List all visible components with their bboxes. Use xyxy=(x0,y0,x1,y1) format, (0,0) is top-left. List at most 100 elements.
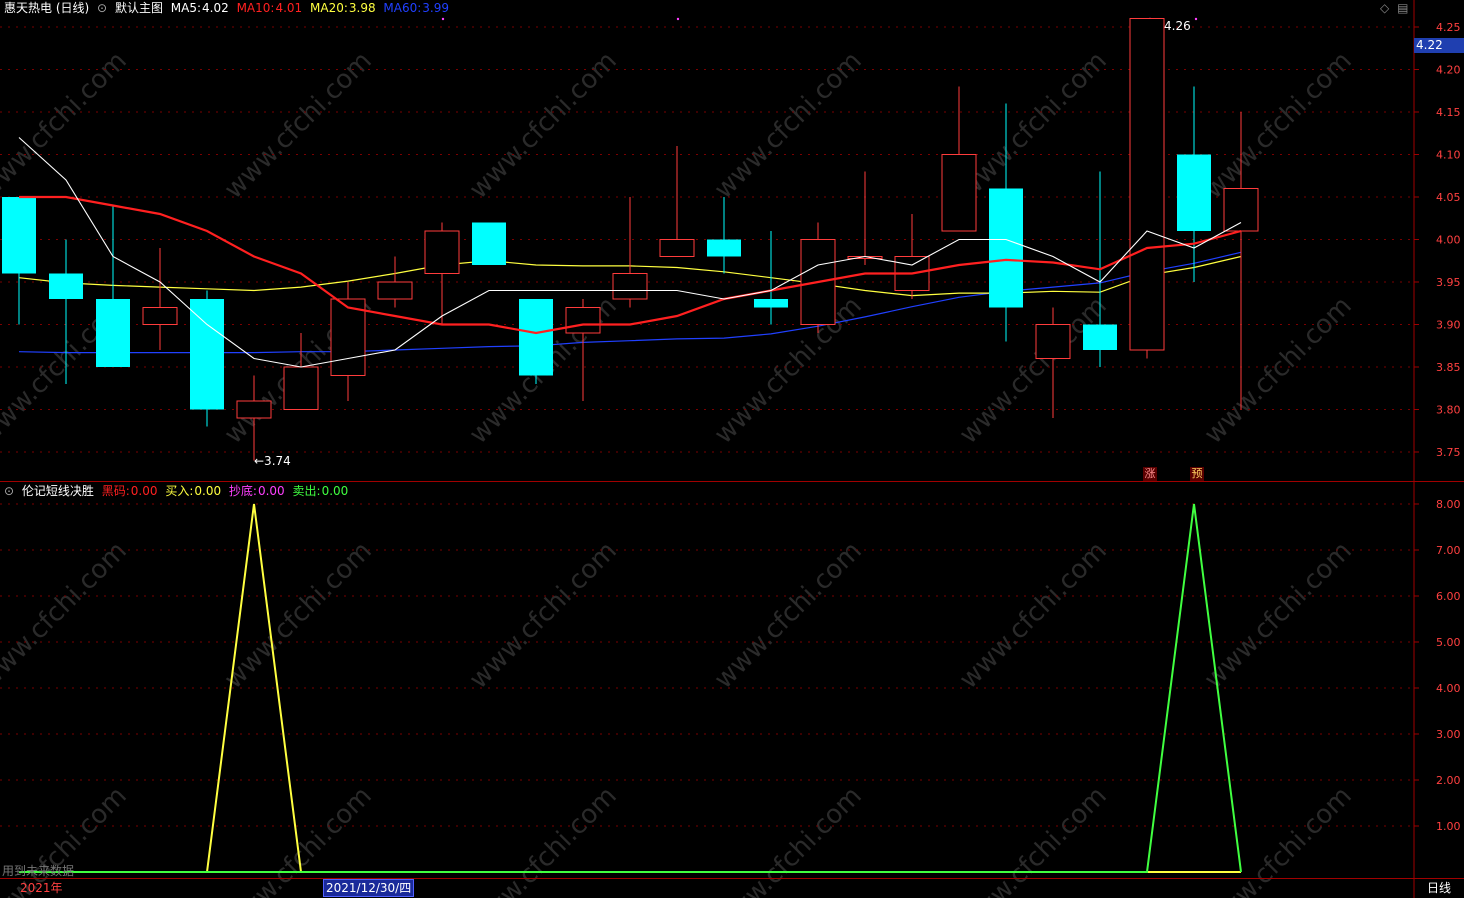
future-data-note: 用到未来数据 xyxy=(2,864,75,878)
candle-body xyxy=(1177,154,1211,231)
rise-tag: 涨 xyxy=(1143,467,1157,481)
ma20-label: MA20: xyxy=(310,1,348,15)
watermark-text: www.cfchi.com xyxy=(464,536,623,695)
y-tick-label: 4.25 xyxy=(1436,21,1461,34)
y-tick-label: 4.10 xyxy=(1436,149,1461,162)
y-tick-label: 3.75 xyxy=(1436,446,1461,459)
y-tick-label: 6.00 xyxy=(1436,590,1461,603)
ma60-value: 3.99 xyxy=(422,1,450,15)
price-axis: 4.25 4.20 4.15 4.10 4.05 4.00 3.95 3.90 3.85 3.80… xyxy=(1414,21,1461,833)
y-tick-label: 2.00 xyxy=(1436,774,1461,787)
candle-body xyxy=(377,281,413,300)
candle-body xyxy=(754,299,788,308)
candle-body xyxy=(1083,324,1117,350)
bottom-fish-value: 0.00 xyxy=(257,484,285,498)
watermark-text: www.cfchi.com xyxy=(954,536,1113,695)
stock-name[interactable]: 惠天热电 xyxy=(4,1,52,15)
candle-body xyxy=(283,366,319,410)
y-tick-label: 4.00 xyxy=(1436,682,1461,695)
diamond-icon[interactable]: ◇ xyxy=(1380,1,1389,15)
black-code-label: 黑码: xyxy=(101,484,130,498)
indicator-name[interactable]: 伦记短线决胜 xyxy=(22,484,94,498)
stock-chart[interactable]: www.cfchi.com www.cfchi.com www.cfchi.com w… xyxy=(0,0,1464,898)
candle-body xyxy=(142,307,178,325)
sell-label: 卖出: xyxy=(292,484,321,498)
black-code-value: 0.00 xyxy=(130,484,158,498)
candle-body xyxy=(612,273,648,300)
panel-toggle-icon[interactable]: ▤ xyxy=(1397,1,1408,15)
y-tick-label: 8.00 xyxy=(1436,498,1461,511)
watermark-text: www.cfchi.com xyxy=(709,781,868,898)
indicator-settings-icon[interactable]: ⊙ xyxy=(4,484,14,498)
watermark-text: www.cfchi.com xyxy=(1199,536,1358,695)
bottom-fish-label: 抄底: xyxy=(228,484,257,498)
candle-body xyxy=(236,400,272,419)
watermark-text: www.cfchi.com xyxy=(219,536,378,695)
watermark-text: www.cfchi.com xyxy=(709,291,868,450)
marker-dot xyxy=(676,17,680,21)
watermark-text: www.cfchi.com xyxy=(709,46,868,205)
high-price-label: 4.26 xyxy=(1164,19,1191,33)
candle-body xyxy=(424,230,460,274)
ma5-label: MA5: xyxy=(170,1,202,15)
candle-body xyxy=(1129,18,1165,351)
candle-body xyxy=(707,239,741,257)
low-price-label: ←3.74 xyxy=(254,454,291,468)
y-tick-label: 4.15 xyxy=(1436,106,1461,119)
watermark-text: www.cfchi.com xyxy=(464,781,623,898)
candle-body xyxy=(519,299,553,376)
period-button[interactable]: 日线 xyxy=(1416,880,1462,896)
watermark-text: www.cfchi.com xyxy=(954,291,1113,450)
sell-value: 0.00 xyxy=(321,484,349,498)
candle-body xyxy=(1035,324,1071,359)
candle-body xyxy=(989,188,1023,308)
ma5-value: 4.02 xyxy=(202,1,229,15)
watermark-text: www.cfchi.com xyxy=(1199,781,1358,898)
marker-dot xyxy=(1194,17,1198,21)
cursor-date-label: 2021/12/30/四 xyxy=(323,879,415,897)
candle-body xyxy=(49,273,83,299)
y-tick-label: 4.05 xyxy=(1436,191,1461,204)
settings-icon[interactable]: ⊙ xyxy=(97,1,107,15)
period-label: (日线) xyxy=(55,1,90,15)
candle-body xyxy=(96,299,130,367)
ma20-value: 3.98 xyxy=(348,1,376,15)
year-label: 2021年 xyxy=(20,881,63,895)
y-tick-label: 3.00 xyxy=(1436,728,1461,741)
candle-body xyxy=(565,307,601,334)
candle-body xyxy=(659,239,695,257)
candle-body xyxy=(472,222,506,265)
buy-label: 买入: xyxy=(165,484,194,498)
window-controls: ◇ ▤ xyxy=(1380,0,1412,16)
pre-tag: 预 xyxy=(1190,467,1204,481)
candle-body xyxy=(2,197,36,274)
candle-body xyxy=(941,154,977,232)
marker-dot xyxy=(441,17,445,21)
watermark-text: www.cfchi.com xyxy=(464,46,623,205)
ma10-value: 4.01 xyxy=(275,1,303,15)
watermark-text: www.cfchi.com xyxy=(954,781,1113,898)
ma60-label: MA60: xyxy=(383,1,422,15)
y-tick-label: 3.90 xyxy=(1436,319,1461,332)
indicator-header: ⊙ 伦记短线决胜 黑码:0.00 买入:0.00 抄底:0.00 卖出:0.00 xyxy=(4,483,352,499)
watermark-text: www.cfchi.com xyxy=(0,536,133,695)
watermark-text: www.cfchi.com xyxy=(709,536,868,695)
main-chart-label[interactable]: 默认主图 xyxy=(115,1,163,15)
main-header: 惠天热电 (日线) ⊙ 默认主图 MA5:4.02 MA10:4.01 MA20… xyxy=(4,0,453,16)
candle-body xyxy=(190,299,224,410)
grid xyxy=(0,0,1464,898)
watermark-text: www.cfchi.com xyxy=(1199,46,1358,205)
y-tick-label: 4.20 xyxy=(1436,64,1461,77)
y-tick-label: 7.00 xyxy=(1436,544,1461,557)
y-tick-label: 1.00 xyxy=(1436,820,1461,833)
y-tick-label: 3.85 xyxy=(1436,361,1461,374)
watermark-text: www.cfchi.com xyxy=(1199,291,1358,450)
buy-value: 0.00 xyxy=(194,484,222,498)
y-tick-label: 3.95 xyxy=(1436,276,1461,289)
y-tick-label: 4.00 xyxy=(1436,234,1461,247)
ma10-label: MA10: xyxy=(236,1,275,15)
y-tick-label: 3.80 xyxy=(1436,404,1461,417)
y-tick-label: 5.00 xyxy=(1436,636,1461,649)
current-price-badge: 4.22 xyxy=(1414,38,1464,53)
candle-body xyxy=(1223,188,1259,232)
